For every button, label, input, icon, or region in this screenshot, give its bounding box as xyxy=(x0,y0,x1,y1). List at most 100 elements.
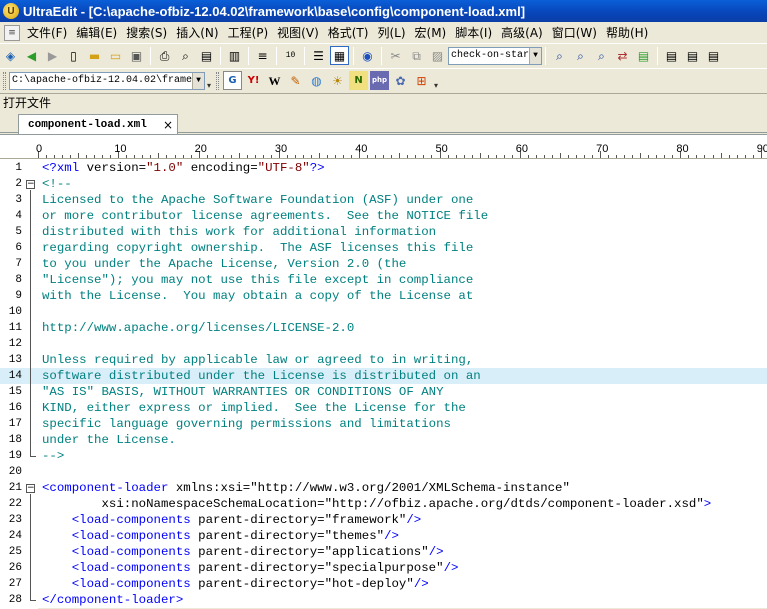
code-line[interactable]: 9 with the License. You may obtain a copy… xyxy=(0,288,767,304)
find-next-icon[interactable]: ⌕ xyxy=(571,46,590,65)
new-file-icon[interactable]: ▯ xyxy=(64,46,83,65)
dropdown-arrow-icon[interactable]: ▼ xyxy=(529,47,541,64)
code-line[interactable]: 12 xyxy=(0,336,767,352)
code-line[interactable]: 26 <load-components parent-directory="sp… xyxy=(0,560,767,576)
code-line[interactable]: 8 "License"); you may not use this file e… xyxy=(0,272,767,288)
indent-icon[interactable]: ▤ xyxy=(704,46,723,65)
code-line[interactable]: 25 <load-components parent-directory="ap… xyxy=(0,544,767,560)
find-in-files-icon[interactable]: ▤ xyxy=(634,46,653,65)
code-line[interactable]: 20 xyxy=(0,464,767,480)
menu-macro[interactable]: 宏(M) xyxy=(412,24,453,41)
code-line[interactable]: 28 </component-loader> xyxy=(0,592,767,608)
forward-arrow-icon[interactable]: ▶ xyxy=(43,46,62,65)
save-icon[interactable]: ▣ xyxy=(127,46,146,65)
ruler-tick xyxy=(383,155,385,158)
menu-column[interactable]: 列(L) xyxy=(374,24,411,41)
php-docs-icon[interactable]: php xyxy=(370,71,389,90)
code-line[interactable]: 17 specific language governing permission… xyxy=(0,416,767,432)
dropdown-arrow-icon[interactable]: ▼ xyxy=(192,72,204,89)
code-line[interactable]: 22 xsi:noNamespaceSchemaLocation="http:/… xyxy=(0,496,767,512)
print-preview-icon[interactable]: ⌕ xyxy=(176,46,195,65)
menu-search[interactable]: 搜索(S) xyxy=(123,24,173,41)
align-right-icon[interactable]: ▤ xyxy=(683,46,702,65)
menu-script[interactable]: 脚本(I) xyxy=(452,24,498,41)
open-recent-icon[interactable]: ▭ xyxy=(106,46,125,65)
ruler-tick xyxy=(744,155,746,158)
toolbar-grip[interactable] xyxy=(216,71,219,90)
web-browser-icon[interactable]: ◉ xyxy=(358,46,377,65)
n-docs-icon[interactable]: N xyxy=(349,71,368,90)
line-number: 28 xyxy=(8,594,22,606)
line-number: 2 xyxy=(15,178,22,190)
word-wrap-icon[interactable]: ≡ xyxy=(253,46,272,65)
fold-toggle-icon[interactable]: − xyxy=(26,180,35,189)
code-line[interactable]: 6 regarding copyright ownership. The ASF … xyxy=(0,240,767,256)
code-line[interactable]: 11 http://www.apache.org/licenses/LICENSE… xyxy=(0,320,767,336)
ultraedit-app-icon[interactable]: U xyxy=(3,3,19,19)
find-prev-icon[interactable]: ⌕ xyxy=(592,46,611,65)
page-setup-icon[interactable]: ▤ xyxy=(197,46,216,65)
toolbar-overflow-icon[interactable]: ▾ xyxy=(205,72,213,90)
code-line[interactable]: 27 <load-components parent-directory="ho… xyxy=(0,576,767,592)
code-line[interactable]: 16 KIND, either express or implied. See t… xyxy=(0,400,767,416)
column-mode-icon[interactable]: ▦ xyxy=(330,46,349,65)
google-search-icon[interactable]: G xyxy=(223,71,242,90)
code-line[interactable]: 19 --> xyxy=(0,448,767,464)
code-line[interactable]: 21 <component-loader xmlns:xsi="http://ww… xyxy=(0,480,767,496)
separator xyxy=(220,46,221,65)
code-line[interactable]: 18 under the License. xyxy=(0,432,767,448)
fold-toggle-icon[interactable]: − xyxy=(26,484,35,493)
back-arrow-icon[interactable]: ◀ xyxy=(22,46,41,65)
open-folder-icon[interactable]: ▬ xyxy=(85,46,104,65)
toolbar-grip[interactable] xyxy=(3,71,6,90)
code-line[interactable]: 13 Unless required by applicable law or a… xyxy=(0,352,767,368)
wikipedia-search-icon[interactable]: W xyxy=(265,71,284,90)
code-line[interactable]: 7 to you under the Apache License, Versio… xyxy=(0,256,767,272)
line-number: 8 xyxy=(15,274,22,286)
align-left-icon[interactable]: ▤ xyxy=(662,46,681,65)
windows-docs-icon[interactable]: ⊞ xyxy=(412,71,431,90)
code-line[interactable]: 23 <load-components parent-directory="fr… xyxy=(0,512,767,528)
code-line[interactable]: 10 xyxy=(0,304,767,320)
document-system-icon[interactable]: ≡ xyxy=(4,24,20,41)
code-line[interactable]: 4 or more contributor license agreements.… xyxy=(0,208,767,224)
menu-window[interactable]: 窗口(W) xyxy=(549,24,603,41)
print-icon[interactable]: ⎙ xyxy=(155,46,174,65)
code-line[interactable]: 24 <load-components parent-directory="th… xyxy=(0,528,767,544)
toolbar-overflow-icon[interactable]: ▾ xyxy=(432,72,440,90)
editor-pane[interactable]: 0 10 20 30 40 50 60 70 80 90 1 <?xml version="1.0"… xyxy=(0,134,767,609)
line-numbers-icon[interactable]: ☰ xyxy=(309,46,328,65)
check-on-start-combo[interactable]: check-on-star ▼ xyxy=(448,46,542,65)
tab-component-load[interactable]: component-load.xml × xyxy=(18,114,178,134)
document-view-icon[interactable]: ▥ xyxy=(225,46,244,65)
path-combo[interactable]: C:\apache-ofbiz-12.04.02\frame ▼ xyxy=(9,71,205,90)
code-line[interactable]: 3 Licensed to the Apache Software Foundat… xyxy=(0,192,767,208)
copy-icon[interactable]: ⧉ xyxy=(407,46,426,65)
perl-docs-icon[interactable]: ✿ xyxy=(391,71,410,90)
menu-advanced[interactable]: 高级(A) xyxy=(498,24,549,41)
menu-project[interactable]: 工程(P) xyxy=(225,24,275,41)
code-line[interactable]: 15 "AS IS" BASIS, WITHOUT WARRANTIES OR C… xyxy=(0,384,767,400)
code-line[interactable]: 2 <!-- xyxy=(0,176,767,192)
open-browser-icon[interactable]: ◈ xyxy=(1,46,20,65)
paste-icon[interactable]: ▨ xyxy=(428,46,447,65)
tip-lightbulb-icon[interactable]: ◍ xyxy=(307,71,326,90)
code-line[interactable]: 14 software distributed under the License… xyxy=(0,368,767,384)
find-icon[interactable]: ⌕ xyxy=(550,46,569,65)
code-line[interactable]: 5 distributed with this work for addition… xyxy=(0,224,767,240)
menu-file[interactable]: 文件(F) xyxy=(24,24,73,41)
menu-edit[interactable]: 编辑(E) xyxy=(73,24,123,41)
hex-mode-icon[interactable]: 10 xyxy=(281,46,300,65)
menu-insert[interactable]: 插入(N) xyxy=(173,24,224,41)
code-line[interactable]: 1 <?xml version="1.0" encoding="UTF-8"?> xyxy=(0,160,767,176)
separator xyxy=(545,46,546,65)
dictionary-icon[interactable]: ✎ xyxy=(286,71,305,90)
menu-view[interactable]: 视图(V) xyxy=(274,24,325,41)
menu-help[interactable]: 帮助(H) xyxy=(603,24,654,41)
cut-icon[interactable]: ✂ xyxy=(386,46,405,65)
yahoo-search-icon[interactable]: Y! xyxy=(244,71,263,90)
java-docs-icon[interactable]: ☀ xyxy=(328,71,347,90)
menu-format[interactable]: 格式(T) xyxy=(325,24,375,41)
replace-icon[interactable]: ⇄ xyxy=(613,46,632,65)
close-icon[interactable]: × xyxy=(163,118,173,132)
